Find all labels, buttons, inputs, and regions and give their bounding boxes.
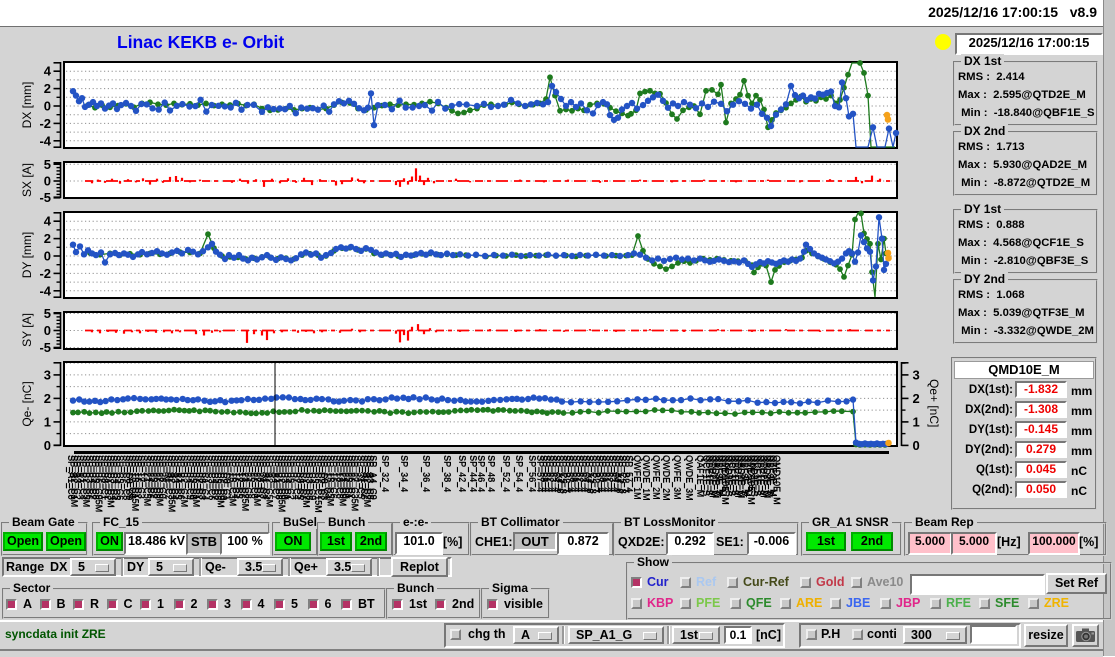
svg-text:SP_48_4: SP_48_4 bbox=[486, 455, 496, 492]
svg-text:SX [A]: SX [A] bbox=[20, 163, 34, 197]
svg-text:0: 0 bbox=[44, 174, 51, 189]
svg-text:2: 2 bbox=[44, 391, 51, 406]
svg-text:SP_42_4: SP_42_4 bbox=[457, 455, 467, 492]
svg-text:-5: -5 bbox=[39, 340, 51, 355]
svg-text:-4: -4 bbox=[39, 133, 51, 148]
svg-text:SP_54_4: SP_54_4 bbox=[515, 455, 525, 492]
svg-text:QWFE_2M: QWFE_2M bbox=[652, 455, 662, 500]
svg-text:0: 0 bbox=[913, 438, 920, 453]
svg-text:Qe- [nC]: Qe- [nC] bbox=[20, 381, 34, 426]
svg-text:-5: -5 bbox=[39, 190, 51, 205]
svg-text:2: 2 bbox=[913, 391, 920, 406]
svg-text:SP_36_4: SP_36_4 bbox=[421, 455, 431, 492]
svg-text:SP_32_4: SP_32_4 bbox=[380, 455, 390, 492]
svg-text:0: 0 bbox=[44, 438, 51, 453]
svg-text:-2: -2 bbox=[39, 266, 51, 281]
svg-text:SP_52_4: SP_52_4 bbox=[501, 455, 511, 492]
svg-text:0: 0 bbox=[44, 99, 51, 114]
svg-text:DX [mm]: DX [mm] bbox=[20, 82, 34, 129]
svg-text:SP_34_4: SP_34_4 bbox=[399, 455, 409, 492]
svg-text:QMD10E_M: QMD10E_M bbox=[772, 455, 782, 505]
svg-text:QWDE_2M: QWDE_2M bbox=[662, 455, 672, 501]
svg-text:QWFE_3M: QWFE_3M bbox=[673, 455, 683, 500]
svg-text:5: 5 bbox=[44, 306, 51, 321]
svg-text:0: 0 bbox=[44, 323, 51, 338]
svg-text:-2: -2 bbox=[39, 116, 51, 131]
svg-text:SY [A]: SY [A] bbox=[20, 313, 34, 347]
svg-text:2: 2 bbox=[44, 81, 51, 96]
svg-text:4: 4 bbox=[44, 214, 52, 229]
svg-text:Qe+ [nC]: Qe+ [nC] bbox=[927, 379, 941, 427]
svg-text:SP_A4_C9: SP_A4_C9 bbox=[368, 455, 378, 500]
svg-text:5: 5 bbox=[44, 157, 51, 172]
svg-text:-4: -4 bbox=[39, 283, 51, 298]
svg-text:QWDE_3M: QWDE_3M bbox=[685, 455, 695, 501]
svg-text:QWFE_1M: QWFE_1M bbox=[633, 455, 643, 500]
svg-text:SP_38_4: SP_38_4 bbox=[442, 455, 452, 492]
svg-text:DY [mm]: DY [mm] bbox=[20, 232, 34, 278]
svg-text:SP_46_4: SP_46_4 bbox=[476, 455, 486, 492]
svg-text:3: 3 bbox=[913, 367, 920, 382]
svg-text:1: 1 bbox=[913, 414, 920, 429]
svg-text:0: 0 bbox=[44, 249, 51, 264]
svg-text:2: 2 bbox=[44, 231, 51, 246]
svg-text:3: 3 bbox=[44, 367, 51, 382]
svg-text:4: 4 bbox=[44, 64, 52, 79]
svg-text:1: 1 bbox=[44, 414, 51, 429]
svg-text:QWDE_1M: QWDE_1M bbox=[642, 455, 652, 501]
